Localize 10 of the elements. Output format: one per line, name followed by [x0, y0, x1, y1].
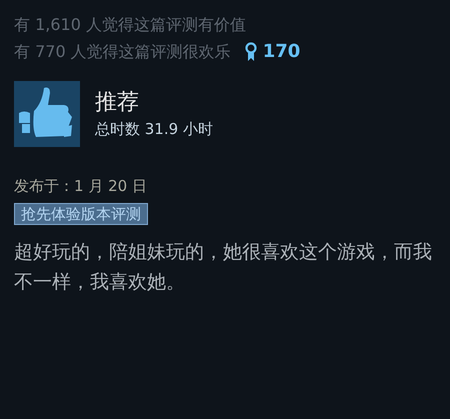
verdict-title: 推荐 [95, 89, 140, 117]
award-icon [244, 42, 257, 62]
playtime-text: 总时数 31.9 小时 [95, 119, 213, 140]
award-count[interactable]: 170 [262, 38, 300, 65]
posted-date: 发布于：1 月 20 日 [14, 176, 148, 197]
early-access-tag: 抢先体验版本评测 [14, 203, 148, 225]
thumbs-up-icon [14, 81, 80, 147]
review-text: 超好玩的，陪姐妹玩的，她很喜欢这个游戏，而我不一样，我喜欢她。 [14, 240, 433, 295]
funny-count-text: 有 770 人觉得这篇评测很欢乐 [14, 40, 231, 62]
helpful-count-text: 有 1,610 人觉得这篇评测有价值 [14, 14, 247, 36]
